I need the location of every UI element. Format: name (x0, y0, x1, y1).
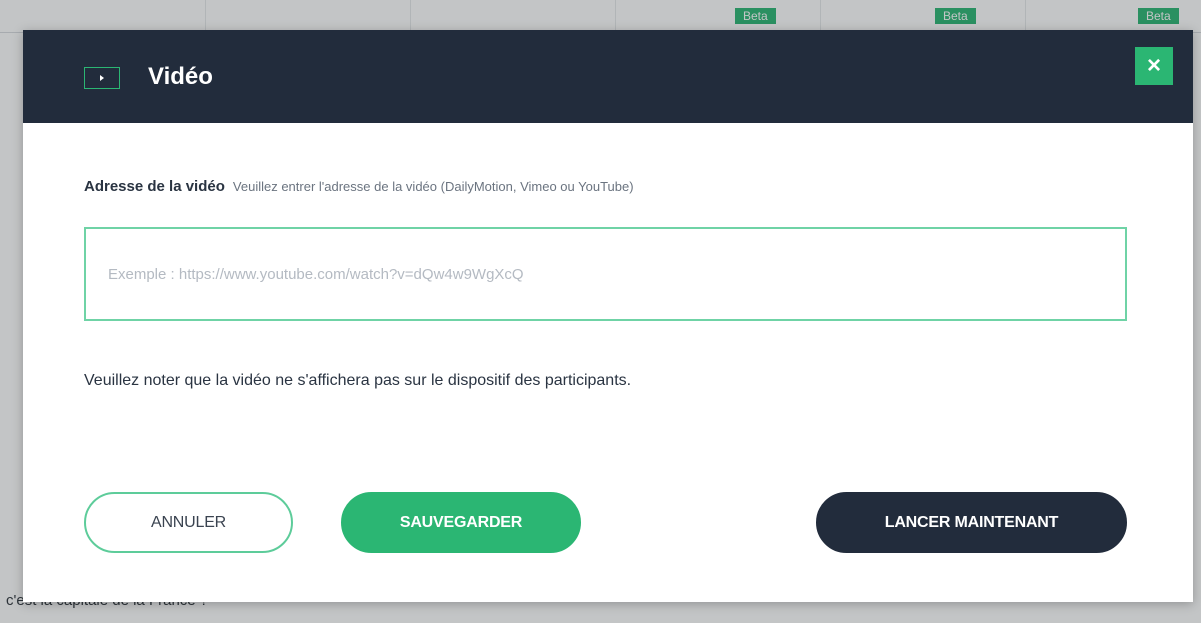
close-icon: × (1146, 52, 1161, 79)
modal-header: Vidéo × (23, 30, 1193, 123)
video-url-input[interactable] (84, 227, 1127, 321)
video-modal: Vidéo × Adresse de la vidéo Veuillez entr… (23, 30, 1193, 602)
launch-now-button[interactable]: LANCER MAINTENANT (816, 492, 1127, 553)
close-button[interactable]: × (1135, 47, 1173, 85)
participant-note: Veuillez noter que la vidéo ne s'affiche… (84, 372, 632, 389)
video-url-label-row: Adresse de la vidéo Veuillez entrer l'adr… (84, 178, 634, 196)
video-url-label: Adresse de la vidéo (84, 178, 225, 195)
save-button[interactable]: SAUVEGARDER (341, 492, 581, 553)
play-triangle-icon (100, 75, 104, 81)
video-icon (84, 67, 120, 89)
cancel-button[interactable]: ANNULER (84, 492, 293, 553)
video-url-hint: Veuillez entrer l'adresse de la vidéo (D… (232, 179, 634, 194)
modal-title: Vidéo (148, 63, 213, 90)
